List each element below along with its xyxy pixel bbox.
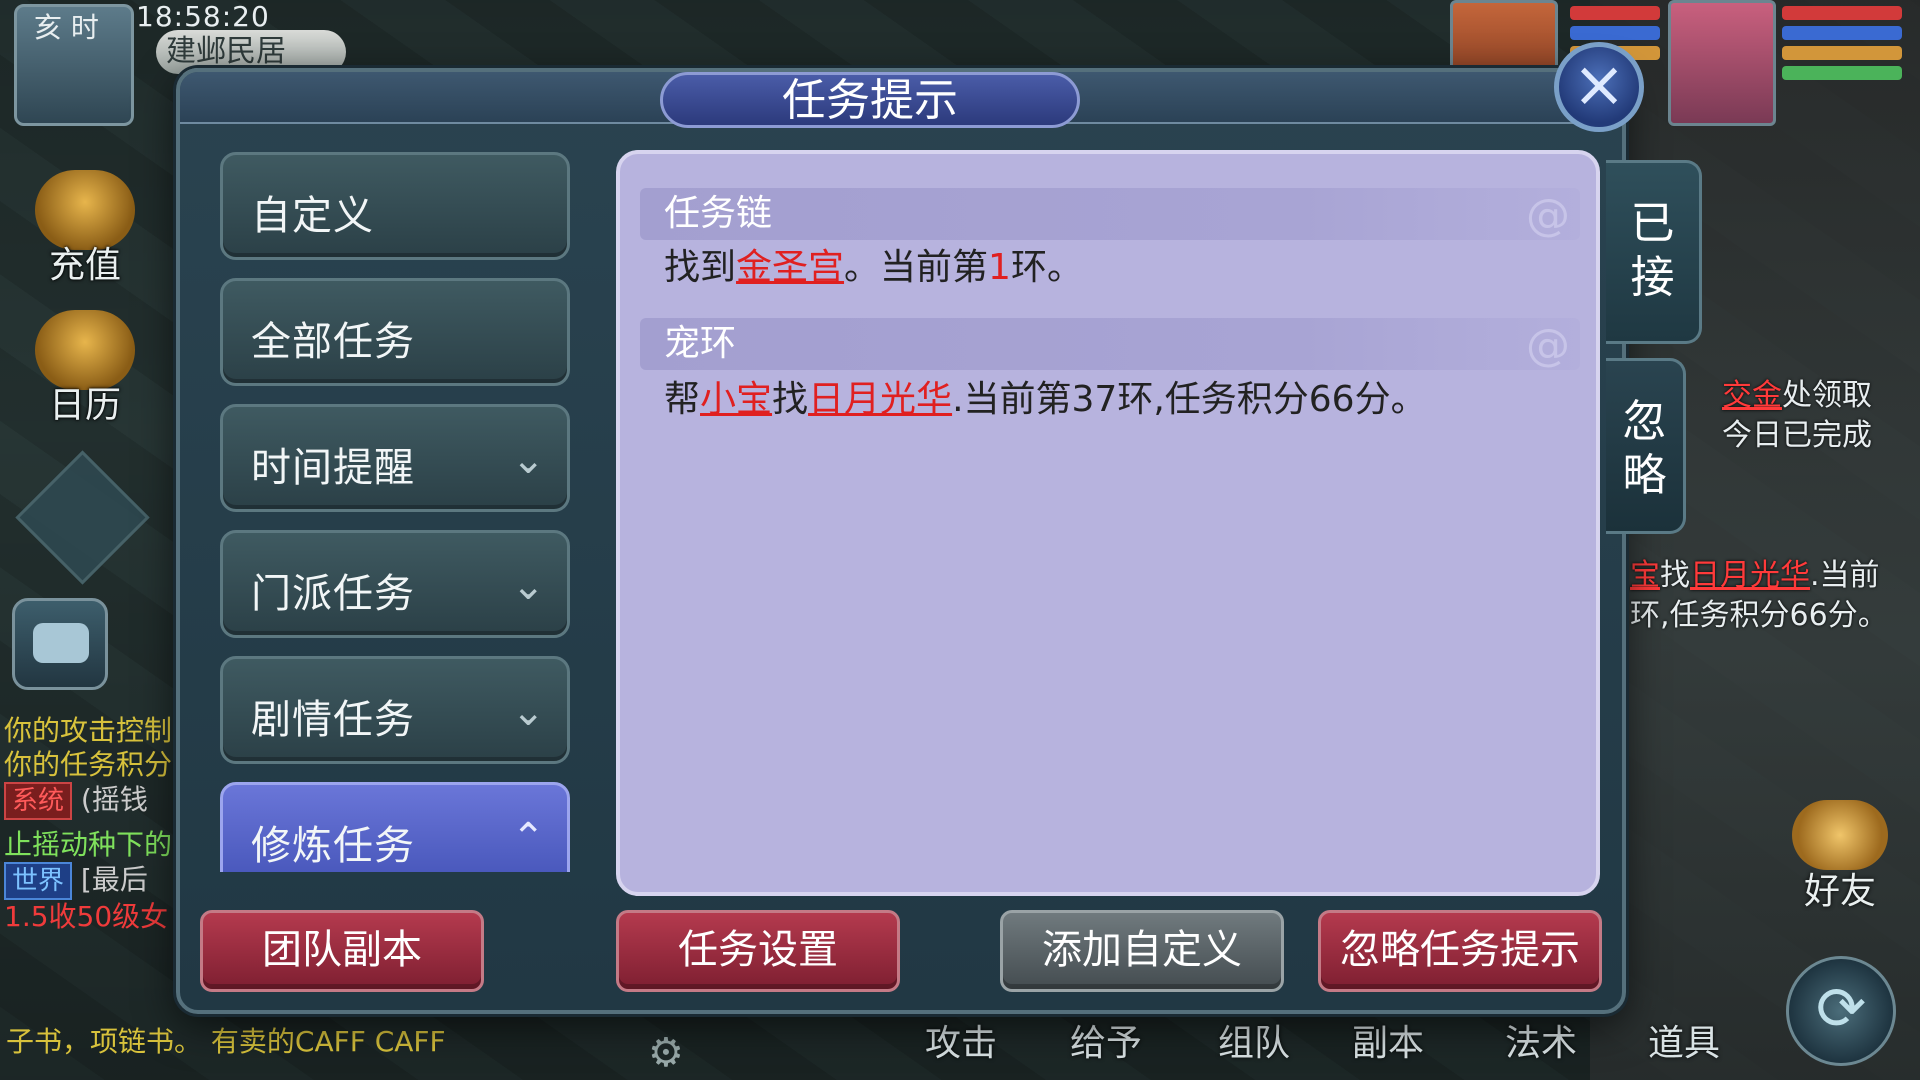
- task-title: 宠环: [664, 323, 737, 364]
- category-story-tasks[interactable]: 剧情任务 ⌄: [220, 656, 570, 764]
- task-text: 。当前第: [844, 247, 989, 288]
- cloud-swirl-icon: @: [1526, 190, 1570, 241]
- calendar-label: 日历: [48, 385, 121, 426]
- tracker-line: 宝找日月光华.当前: [1630, 550, 1880, 594]
- ignore-task-hint-button[interactable]: 忽略任务提示: [1318, 910, 1602, 992]
- tracker-npc-link[interactable]: 交金: [1722, 378, 1782, 413]
- category-all-tasks[interactable]: 全部任务: [220, 278, 570, 386]
- task-text: 找到: [664, 247, 737, 288]
- tracker-text: .当前: [1810, 558, 1880, 593]
- category-custom[interactable]: 自定义: [220, 152, 570, 260]
- chevron-down-icon: ⌄: [511, 689, 545, 735]
- task-npc-link[interactable]: 小宝: [700, 379, 772, 420]
- tracker-text: 处领取: [1782, 378, 1872, 413]
- chat-text: (摇钱: [80, 783, 148, 816]
- category-label: 自定义: [251, 193, 374, 239]
- calendar-button[interactable]: 日历: [20, 310, 150, 440]
- player-hp-bar: [1782, 6, 1902, 20]
- close-icon[interactable]: ×: [1554, 42, 1644, 132]
- category-label: 剧情任务: [251, 697, 415, 743]
- task-text: 找: [772, 379, 809, 420]
- skills-button[interactable]: 法术: [1505, 1014, 1577, 1066]
- add-custom-button[interactable]: 添加自定义: [1000, 910, 1284, 992]
- tab-ignored[interactable]: 忽 略: [1606, 358, 1686, 534]
- chevron-down-icon: ⌄: [511, 563, 545, 609]
- category-time-reminder[interactable]: 时间提醒 ⌄: [220, 404, 570, 512]
- tab-ignored-label: 忽 略: [1622, 396, 1667, 501]
- friends-button[interactable]: 好友: [1780, 800, 1900, 920]
- world-channel-tag: 世界: [4, 862, 73, 900]
- team-button[interactable]: 组队: [1218, 1014, 1290, 1066]
- task-description: 找到金圣宫。当前第1环。: [664, 244, 1083, 292]
- category-training-tasks[interactable]: 修炼任务 ⌃: [220, 782, 570, 872]
- player-exp-bar: [1782, 66, 1902, 80]
- tab-accepted[interactable]: 已 接: [1606, 160, 1702, 344]
- task-section-header: 宠环 @: [640, 318, 1580, 371]
- team-dungeon-button[interactable]: 团队副本: [200, 910, 484, 992]
- game-clock: 18:58:20: [136, 0, 270, 33]
- system-channel-tag: 系统: [4, 782, 73, 820]
- task-content-panel: 任务链 @ 找到金圣宫。当前第1环。 宠环 @ 帮小宝找日月光华.当前第37环,…: [616, 150, 1600, 896]
- task-title: 任务链: [664, 193, 773, 234]
- tracker-item-link[interactable]: 日月光华: [1690, 558, 1810, 593]
- tracker-line: 今日已完成: [1722, 418, 1872, 453]
- tracker-line: 交金处领取: [1722, 370, 1872, 414]
- dialog-title: 任务提示: [782, 75, 958, 126]
- chat-ticker: 子书，项链书。 有卖的CAFF CAFF: [6, 1025, 446, 1058]
- task-settings-button[interactable]: 任务设置: [616, 910, 900, 992]
- give-button[interactable]: 给予: [1070, 1014, 1142, 1066]
- chat-bubble-icon: [33, 623, 89, 663]
- category-label: 时间提醒: [251, 445, 415, 491]
- friends-label: 好友: [1803, 871, 1876, 912]
- task-text: 帮: [664, 379, 701, 420]
- category-label: 修炼任务: [251, 823, 415, 869]
- chevron-up-icon: ⌃: [511, 815, 545, 861]
- tracker-line: 环,任务积分66分。: [1630, 598, 1888, 633]
- category-sect-tasks[interactable]: 门派任务 ⌄: [220, 530, 570, 638]
- category-label: 门派任务: [251, 571, 415, 617]
- cloud-swirl-icon: @: [1526, 320, 1570, 371]
- tab-accepted-label: 已 接: [1630, 198, 1675, 303]
- handshake-icon: [1792, 800, 1888, 870]
- tracker-npc-link[interactable]: 宝: [1630, 558, 1660, 593]
- task-hint-dialog: 任务提示 × 自定义 全部任务 时间提醒 ⌄ 门派任务 ⌄ 剧情任务 ⌄ 修炼任…: [176, 42, 1702, 1014]
- recharge-label: 充值: [48, 245, 121, 286]
- recharge-button[interactable]: 充值: [20, 170, 150, 300]
- player-portrait[interactable]: [1668, 0, 1776, 126]
- task-text: 环。: [1010, 247, 1083, 288]
- tracker-text: 找: [1660, 558, 1690, 593]
- task-location-link[interactable]: 金圣宫: [736, 247, 844, 288]
- chevron-down-icon: ⌄: [511, 437, 545, 483]
- pet-mp-bar: [1570, 26, 1660, 40]
- pet-hp-bar: [1570, 6, 1660, 20]
- player-sp-bar: [1782, 46, 1902, 60]
- attack-button[interactable]: 攻击: [925, 1014, 997, 1066]
- refresh-icon[interactable]: ⟳: [1786, 956, 1896, 1066]
- time-period-label: 亥 时: [34, 11, 99, 44]
- task-category-list[interactable]: 自定义 全部任务 时间提醒 ⌄ 门派任务 ⌄ 剧情任务 ⌄ 修炼任务 ⌃: [220, 152, 570, 872]
- task-section-header: 任务链 @: [640, 188, 1580, 241]
- task-description: 帮小宝找日月光华.当前第37环,任务积分66分。: [664, 376, 1427, 424]
- task-text: .当前第37环,任务积分66分。: [952, 379, 1427, 420]
- player-mp-bar: [1782, 26, 1902, 40]
- category-label: 全部任务: [251, 319, 415, 365]
- dungeon-button[interactable]: 副本: [1352, 1014, 1424, 1066]
- task-round-number: 1: [988, 247, 1011, 288]
- gear-icon[interactable]: ⚙: [648, 1030, 684, 1076]
- task-item-link[interactable]: 日月光华: [808, 379, 952, 420]
- chat-button[interactable]: [12, 598, 108, 690]
- inventory-button[interactable]: 道具: [1648, 1014, 1720, 1066]
- chat-text: [最后: [80, 863, 148, 896]
